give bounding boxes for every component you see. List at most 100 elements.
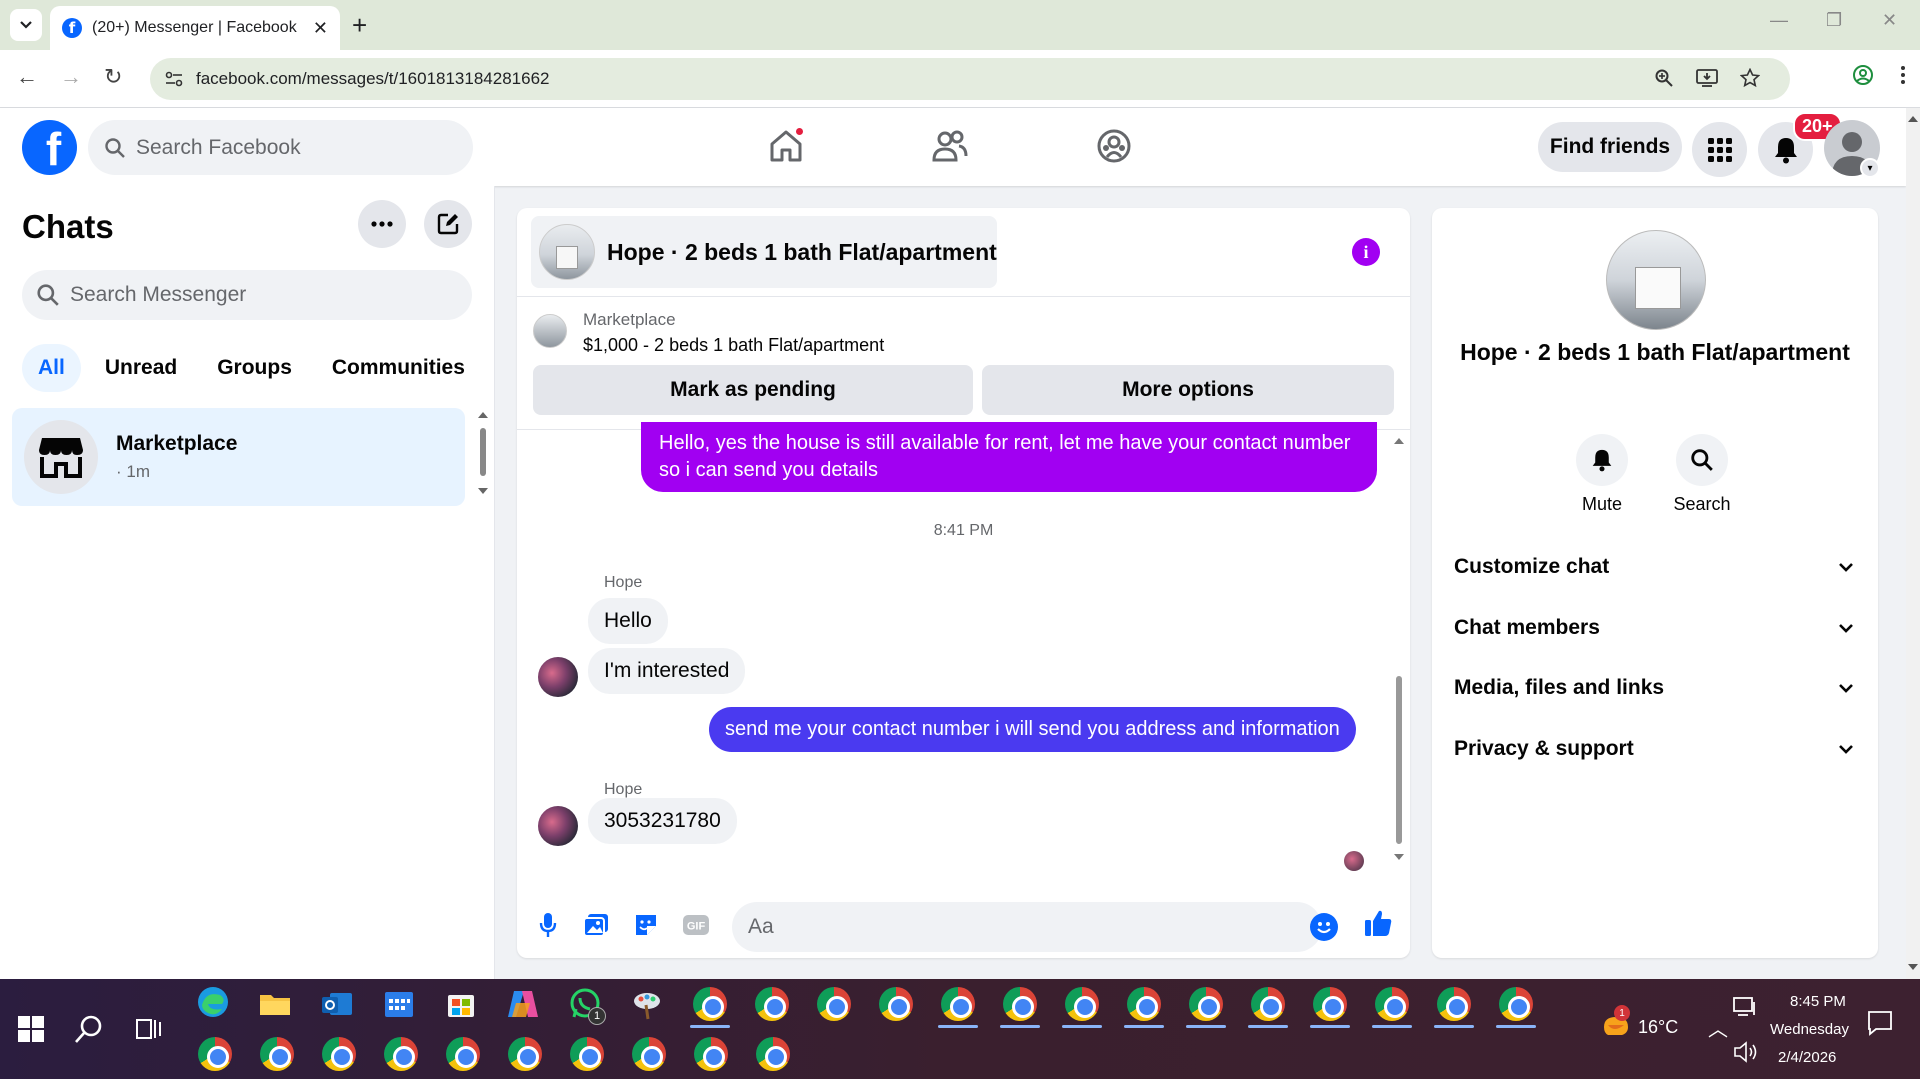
network-icon[interactable] (1732, 993, 1758, 1019)
chrome-window-icon[interactable] (1003, 987, 1037, 1021)
messenger-search-input[interactable]: Search Messenger (22, 270, 472, 320)
chrome-window-icon[interactable] (1437, 987, 1471, 1021)
find-friends-button[interactable]: Find friends (1538, 122, 1682, 172)
chrome-window-icon[interactable] (384, 1037, 418, 1071)
listing-avatar[interactable] (1606, 230, 1706, 330)
chrome-window-icon[interactable] (570, 1037, 604, 1071)
message-input[interactable]: Aa (732, 902, 1322, 952)
chrome-window-icon[interactable] (1375, 987, 1409, 1021)
clock-day[interactable]: Wednesday (1770, 1021, 1849, 1038)
chats-scrollbar[interactable] (477, 408, 489, 498)
friends-nav-button[interactable] (932, 128, 968, 169)
conversation-header[interactable]: Hope · 2 beds 1 bath Flat/apartment (531, 216, 997, 288)
new-message-button[interactable] (424, 200, 472, 248)
privacy-support-section[interactable]: Privacy & support (1454, 727, 1854, 771)
facebook-logo[interactable]: f (22, 120, 77, 175)
chrome-window-icon[interactable] (879, 987, 913, 1021)
chrome-window-icon[interactable] (693, 987, 727, 1021)
search-icon[interactable] (72, 1012, 106, 1046)
file-explorer-icon[interactable] (258, 987, 292, 1021)
bookmark-star-icon[interactable] (1740, 68, 1760, 88)
mark-as-pending-button[interactable]: Mark as pending (533, 365, 973, 415)
chrome-window-icon[interactable] (198, 1037, 232, 1071)
chrome-window-icon[interactable] (1189, 987, 1223, 1021)
listing-price[interactable]: $1,000 - 2 beds 1 bath Flat/apartment (583, 335, 884, 356)
emoji-button[interactable] (1310, 913, 1338, 941)
page-scrollbar[interactable] (1906, 108, 1920, 979)
chrome-window-icon[interactable] (1065, 987, 1099, 1021)
thread-scrollbar[interactable] (1392, 430, 1406, 870)
attach-photo-button[interactable] (581, 910, 611, 940)
groups-nav-button[interactable] (1096, 128, 1132, 169)
media-files-links-section[interactable]: Media, files and links (1454, 666, 1854, 710)
edge-icon[interactable] (196, 985, 230, 1019)
chrome-window-icon[interactable] (1251, 987, 1285, 1021)
volume-icon[interactable] (1732, 1039, 1758, 1065)
temperature[interactable]: 16°C (1638, 1017, 1678, 1038)
chat-members-section[interactable]: Chat members (1454, 606, 1854, 650)
facebook-search-input[interactable]: Search Facebook (88, 120, 473, 175)
filter-groups[interactable]: Groups (201, 344, 308, 392)
chrome-window-icon[interactable] (941, 987, 975, 1021)
browser-tab[interactable]: f (20+) Messenger | Facebook ✕ (50, 6, 340, 50)
chrome-window-icon[interactable] (1313, 987, 1347, 1021)
clock-date[interactable]: 2/4/2026 (1778, 1049, 1836, 1066)
back-icon[interactable]: ← (16, 64, 38, 90)
chrome-window-icon[interactable] (817, 987, 851, 1021)
chat-list-item[interactable]: Marketplace · 1m (12, 408, 465, 506)
chrome-window-icon[interactable] (755, 987, 789, 1021)
incoming-message[interactable]: Hello (588, 598, 668, 644)
close-tab-icon[interactable]: ✕ (313, 18, 328, 39)
windows-start-icon[interactable] (14, 1012, 48, 1046)
install-app-icon[interactable] (1696, 68, 1718, 88)
chrome-window-icon[interactable] (632, 1037, 666, 1071)
customize-chat-section[interactable]: Customize chat (1454, 545, 1854, 589)
site-info-icon[interactable] (164, 69, 184, 89)
outlook-icon[interactable] (320, 987, 354, 1021)
chrome-window-icon[interactable] (1127, 987, 1161, 1021)
zoom-icon[interactable] (1654, 68, 1674, 88)
mute-action[interactable]: Mute (1562, 434, 1642, 515)
profile-icon[interactable] (1852, 64, 1874, 86)
chrome-window-icon[interactable] (1499, 987, 1533, 1021)
gif-button[interactable]: GIF (681, 910, 711, 940)
chat-options-button[interactable] (358, 200, 406, 248)
chrome-window-icon[interactable] (508, 1037, 542, 1071)
chrome-window-icon[interactable] (322, 1037, 356, 1071)
clock-time[interactable]: 8:45 PM (1790, 993, 1846, 1010)
restore-icon[interactable]: ❐ (1826, 10, 1842, 31)
weather-icon[interactable]: 1 (1598, 1005, 1632, 1041)
sender-avatar[interactable] (538, 806, 578, 846)
minimize-icon[interactable]: — (1770, 10, 1788, 31)
chrome-window-icon[interactable] (694, 1037, 728, 1071)
search-action[interactable]: Search (1662, 434, 1742, 515)
new-tab-button[interactable]: + (352, 10, 367, 40)
reload-icon[interactable]: ↻ (104, 64, 122, 90)
like-button[interactable] (1363, 908, 1393, 938)
sender-avatar[interactable] (538, 657, 578, 697)
address-bar[interactable]: facebook.com/messages/t/1601813184281662 (150, 58, 1790, 100)
window-close-icon[interactable]: ✕ (1882, 10, 1897, 31)
task-view-icon[interactable] (132, 1012, 166, 1046)
whatsapp-icon[interactable]: 1 (568, 987, 606, 1025)
sticker-button[interactable] (631, 910, 661, 940)
outgoing-message[interactable]: send me your contact number i will send … (709, 707, 1356, 752)
notification-center-icon[interactable] (1866, 1009, 1894, 1037)
incoming-message[interactable]: 3053231780 (588, 798, 737, 844)
home-nav-button[interactable] (768, 126, 805, 169)
voice-clip-button[interactable] (533, 910, 563, 940)
info-icon[interactable]: i (1352, 238, 1380, 266)
outgoing-message[interactable]: Hello, yes the house is still available … (641, 422, 1377, 492)
filter-all[interactable]: All (22, 344, 81, 392)
chrome-window-icon[interactable] (446, 1037, 480, 1071)
filter-unread[interactable]: Unread (89, 344, 193, 392)
copilot-icon[interactable] (506, 987, 540, 1021)
filter-communities[interactable]: Communities (316, 344, 481, 392)
incoming-message[interactable]: I'm interested (588, 648, 746, 694)
tab-search-button[interactable] (10, 9, 42, 41)
forward-icon[interactable]: → (60, 64, 82, 90)
calendar-icon[interactable] (382, 987, 416, 1021)
account-chevron-icon[interactable]: ▾ (1860, 158, 1880, 178)
chrome-window-icon[interactable] (260, 1037, 294, 1071)
menu-button[interactable] (1692, 122, 1747, 177)
